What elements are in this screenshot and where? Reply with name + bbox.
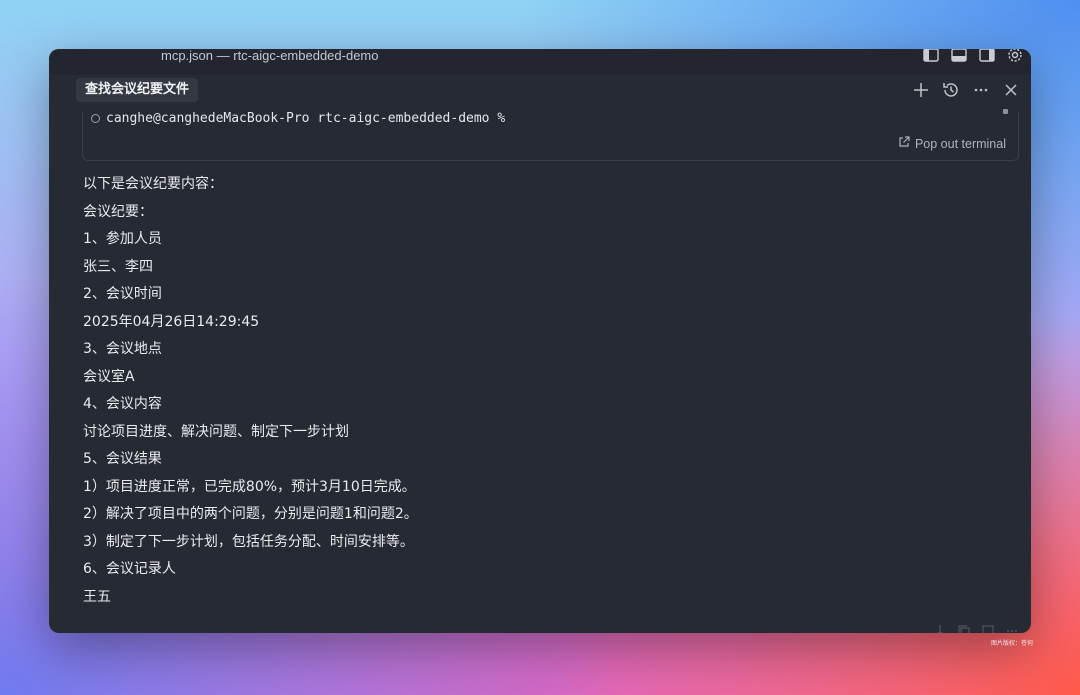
panel-actions (911, 80, 1021, 100)
response-line: 以下是会议纪要内容： (83, 176, 223, 192)
window-title: mcp.json — rtc-aigc-embedded-demo (161, 49, 379, 63)
editor-window: mcp.json — rtc-aigc-embedded-demo 查找会议纪要… (49, 49, 1031, 633)
response-line: 会议纪要： (83, 203, 153, 220)
copy-icon[interactable] (957, 623, 971, 633)
settings-gear-icon[interactable] (1007, 49, 1023, 62)
toggle-secondary-sidebar-icon[interactable] (979, 49, 995, 62)
terminal-prompt: canghe@canghedeMacBook-Pro rtc-aigc-embe… (106, 111, 506, 126)
terminal-output-box: canghe@canghedeMacBook-Pro rtc-aigc-embe… (82, 109, 1019, 161)
response-line: 2）解决了项目中的两个问题，分别是问题1和问题2。 (83, 506, 418, 522)
response-line: 1、参加人员 (83, 231, 162, 247)
response-line: 2025年04月26日14:29:45 (83, 313, 260, 330)
response-line: 4、会议内容 (83, 396, 162, 412)
overflow-icon[interactable] (1005, 623, 1019, 633)
pin-icon[interactable] (933, 623, 947, 633)
terminal-prompt-line: canghe@canghedeMacBook-Pro rtc-aigc-embe… (91, 111, 505, 126)
history-icon[interactable] (941, 80, 961, 100)
response-line: 3）制定了下一步计划，包括任务分配、时间安排等。 (83, 533, 414, 550)
chat-title-tab[interactable]: 查找会议纪要文件 (76, 78, 199, 102)
external-link-icon (898, 136, 910, 151)
duplicate-icon[interactable] (981, 623, 995, 633)
terminal-scrollbar[interactable] (1003, 109, 1008, 114)
more-icon[interactable] (971, 80, 991, 100)
response-line: 张三、李四 (83, 258, 153, 275)
message-actions (933, 623, 1019, 633)
status-circle-icon (91, 114, 100, 123)
response-line: 会议室A (83, 368, 135, 385)
plus-icon[interactable] (911, 80, 931, 100)
layout-controls (923, 49, 1023, 62)
assistant-response: 以下是会议纪要内容： 会议纪要： 1、参加人员 张三、李四 2、会议时间 202… (83, 174, 983, 614)
image-copyright-watermark: 图片版权：苍何 (991, 640, 1034, 647)
response-line: 3、会议地点 (83, 341, 162, 357)
title-bar: mcp.json — rtc-aigc-embedded-demo (49, 49, 1031, 75)
close-icon[interactable] (1001, 80, 1021, 100)
response-line: 1）项目进度正常，已完成80%，预计3月10日完成。 (83, 478, 416, 495)
toggle-primary-sidebar-icon[interactable] (923, 49, 939, 62)
response-line: 讨论项目进度、解决问题、制定下一步计划 (83, 423, 349, 440)
pop-out-terminal-label: Pop out terminal (914, 136, 1006, 151)
chat-panel-header: 查找会议纪要文件 (49, 75, 1031, 105)
response-line: 王五 (83, 588, 111, 605)
response-line: 5、会议结果 (83, 451, 162, 467)
toggle-panel-icon[interactable] (951, 49, 967, 62)
pop-out-terminal-button[interactable]: Pop out terminal (898, 136, 1006, 151)
response-line: 2、会议时间 (83, 286, 162, 302)
response-line: 6、会议记录人 (83, 561, 176, 577)
